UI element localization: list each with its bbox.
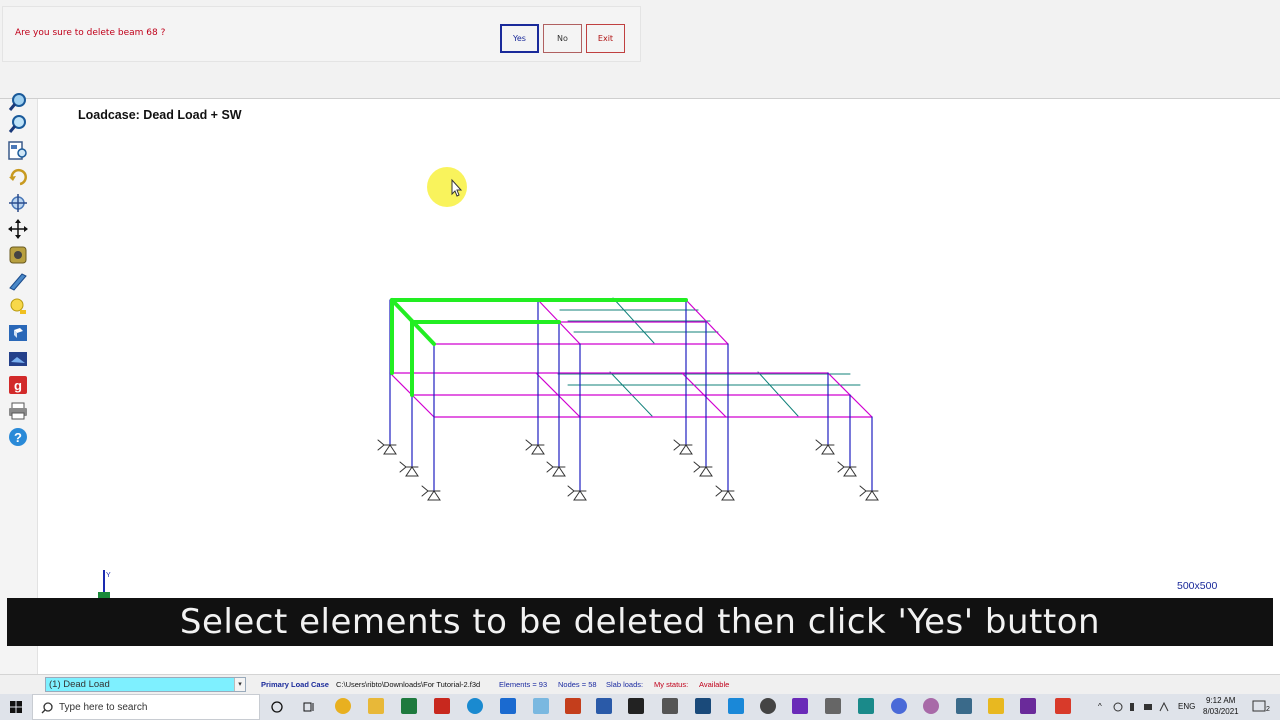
cortana-icon[interactable] [271, 701, 283, 713]
rotate-icon[interactable] [7, 166, 29, 188]
print-icon[interactable] [7, 400, 29, 422]
app-icon-2[interactable] [695, 698, 711, 714]
screenshot-icon[interactable] [7, 348, 29, 370]
windows-taskbar: Type here to search ^ ENG 9:12 AM 8/03/2… [0, 694, 1280, 720]
exit-button[interactable]: Exit [586, 24, 625, 53]
frame-model[interactable] [38, 100, 1280, 580]
my-status-label: My status: [654, 680, 689, 689]
file-path: C:\Users\ribto\Downloads\For Tutorial-2.… [336, 680, 481, 689]
task-view-icon[interactable] [303, 701, 315, 713]
r-icon[interactable] [891, 698, 907, 714]
chevron-down-icon[interactable]: ▾ [234, 678, 245, 691]
app-icon[interactable] [533, 698, 549, 714]
view-size-label: 500x500 [1177, 580, 1218, 592]
light-icon[interactable] [7, 296, 29, 318]
yes-button[interactable]: Yes [500, 24, 539, 53]
taskbar-search-input[interactable]: Type here to search [32, 694, 260, 720]
left-toolbar: g ? [0, 93, 38, 674]
visual-studio-icon[interactable] [792, 698, 808, 714]
delete-confirm-message: Are you sure to delete beam 68 ? [15, 28, 166, 38]
tray-chevron-icon[interactable]: ^ [1098, 702, 1102, 711]
terminal-icon[interactable] [628, 698, 644, 714]
app-icon-5[interactable] [923, 698, 939, 714]
excel-icon[interactable] [401, 698, 417, 714]
app-icon-7[interactable] [988, 698, 1004, 714]
app-icon-3[interactable] [728, 698, 744, 714]
slab-loads-label: Slab loads: [606, 680, 644, 689]
move-icon[interactable] [7, 218, 29, 240]
search-icon [41, 702, 53, 714]
3d-view-icon[interactable] [7, 322, 29, 344]
clock-time[interactable]: 9:12 AM [1206, 696, 1235, 705]
tray-icons[interactable] [1112, 701, 1172, 713]
load-case-value: (1) Dead Load [49, 679, 110, 690]
mail-icon[interactable] [500, 698, 516, 714]
calculator-icon-2[interactable] [825, 698, 841, 714]
axis-y-label: Y [106, 572, 111, 579]
zoom-extents-icon[interactable] [7, 140, 29, 162]
help-icon[interactable]: ? [7, 426, 29, 448]
tutorial-caption: Select elements to be deleted then click… [7, 598, 1273, 646]
language-indicator[interactable]: ENG [1178, 702, 1195, 711]
windows-start-icon[interactable] [10, 701, 22, 713]
status-bar: (1) Dead Load ▾ Primary Load Case C:\Use… [0, 674, 1280, 694]
notification-count: 2 [1266, 706, 1270, 713]
beam-tool-icon[interactable] [7, 270, 29, 292]
obs-icon[interactable] [760, 698, 776, 714]
acrobat-icon[interactable] [434, 698, 450, 714]
word-icon[interactable] [596, 698, 612, 714]
svg-text:?: ? [14, 430, 22, 445]
app-icon-4[interactable] [858, 698, 874, 714]
edge-icon[interactable] [467, 698, 483, 714]
zoom-window-icon[interactable] [7, 91, 29, 113]
axis-indicator: Y [98, 570, 111, 598]
active-app-icon[interactable] [1055, 698, 1071, 714]
clock-date[interactable]: 8/03/2021 [1203, 707, 1239, 716]
settings-icon[interactable] [7, 244, 29, 266]
nodes-count: Nodes = 58 [558, 680, 597, 689]
powerpoint-icon[interactable] [565, 698, 581, 714]
no-button[interactable]: No [543, 24, 582, 53]
model-canvas[interactable]: Loadcase: Dead Load + SW Y 500x500 [38, 100, 1280, 674]
pan-icon[interactable] [7, 192, 29, 214]
confirm-bar: Are you sure to delete beam 68 ? Yes No … [0, 0, 1280, 99]
app-icon-8[interactable] [1020, 698, 1036, 714]
chrome-icon[interactable] [335, 698, 351, 714]
google-icon[interactable]: g [7, 374, 29, 396]
app-icon-6[interactable] [956, 698, 972, 714]
primary-load-case-label: Primary Load Case [261, 680, 329, 689]
search-placeholder: Type here to search [59, 701, 148, 713]
file-explorer-icon[interactable] [368, 698, 384, 714]
status-value: Available [699, 680, 730, 689]
load-case-select[interactable]: (1) Dead Load ▾ [45, 677, 246, 692]
svg-text:g: g [14, 378, 22, 393]
elements-count: Elements = 93 [499, 680, 548, 689]
zoom-icon[interactable] [7, 113, 29, 135]
calculator-icon[interactable] [662, 698, 678, 714]
